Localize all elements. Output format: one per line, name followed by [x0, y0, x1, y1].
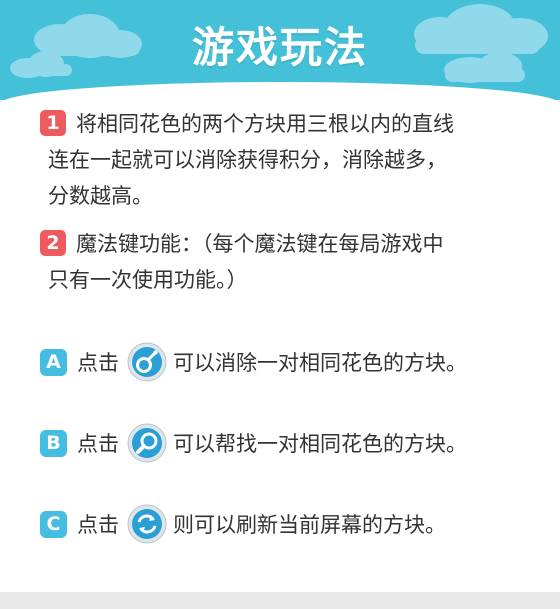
item-prefix: 点击: [77, 513, 119, 537]
page-title: 游戏玩法: [191, 23, 368, 72]
rule-2: 2 魔法键功能：（每个魔法键在每局游戏中 只有一次使用功能。）: [40, 226, 540, 298]
item-prefix: 点击: [77, 351, 119, 375]
rule-text: 分数越高。: [48, 184, 153, 208]
bottom-bar: [0, 592, 560, 609]
magic-key-b: B 点击 可以帮找一对相同花色的方块。: [40, 423, 467, 463]
item-description: 则可以刷新当前屏幕的方块。: [173, 513, 446, 537]
rule-1: 1 将相同花色的两个方块用三根以内的直线 连在一起就可以消除获得积分，消除越多， …: [40, 106, 540, 214]
item-description: 可以帮找一对相同花色的方块。: [173, 432, 467, 456]
bomb-icon[interactable]: [127, 342, 167, 382]
letter-badge: C: [40, 510, 67, 538]
rule-text: 连在一起就可以消除获得积分，消除越多，: [48, 148, 447, 172]
magic-key-a: A 点击 可以消除一对相同花色的方块。: [40, 342, 467, 382]
rule-number-badge: 1: [40, 110, 66, 136]
letter-badge: A: [40, 348, 67, 376]
rule-number-badge: 2: [40, 230, 66, 256]
magic-key-c: C 点击 则可以刷新当前屏幕的方块。: [40, 504, 446, 544]
letter-badge: B: [40, 429, 67, 457]
rule-text: 魔法键功能：（每个魔法键在每局游戏中: [76, 232, 444, 256]
item-description: 可以消除一对相同花色的方块。: [173, 351, 467, 375]
refresh-icon[interactable]: [127, 504, 167, 544]
rule-text: 将相同花色的两个方块用三根以内的直线: [76, 112, 454, 136]
rule-text: 只有一次使用功能。）: [48, 268, 248, 292]
magnifier-icon[interactable]: [127, 423, 167, 463]
item-prefix: 点击: [77, 432, 119, 456]
